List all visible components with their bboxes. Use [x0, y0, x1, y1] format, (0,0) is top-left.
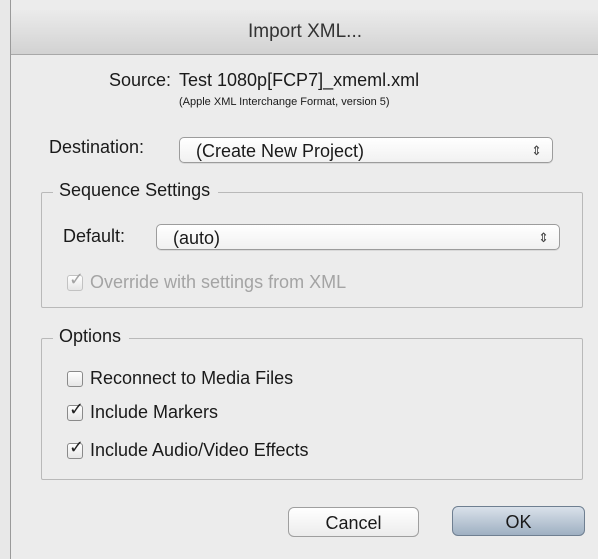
reconnect-checkbox[interactable] — [67, 370, 83, 387]
default-sequence-value: (auto) — [173, 228, 221, 248]
destination-popup[interactable]: (Create New Project) ⇕ — [179, 137, 553, 163]
import-xml-dialog: Import XML... Source: Test 1080p[FCP7]_x… — [10, 0, 598, 559]
dialog-title: Import XML... — [11, 10, 598, 55]
destination-value: (Create New Project) — [196, 141, 365, 161]
checkmark-icon: ✓ — [69, 268, 85, 289]
source-format: (Apple XML Interchange Format, version 5… — [179, 96, 390, 108]
default-sequence-popup[interactable]: (auto) ⇕ — [156, 224, 560, 250]
source-label: Source: — [108, 70, 171, 90]
include-effects-checkbox[interactable]: ✓ — [67, 438, 84, 459]
ok-button[interactable]: OK — [452, 506, 585, 536]
popup-chevron-icon: ⇕ — [538, 230, 549, 245]
include-effects-label: Include Audio/Video Effects — [90, 440, 309, 460]
default-label: Default: — [63, 226, 126, 246]
override-label: Override with settings from XML — [90, 272, 347, 292]
checkmark-icon: ✓ — [69, 398, 85, 419]
include-effects-checkbox-row[interactable]: ✓ Include Audio/Video Effects — [67, 438, 309, 461]
popup-chevron-icon: ⇕ — [531, 143, 542, 158]
reconnect-checkbox-row[interactable]: Reconnect to Media Files — [67, 368, 293, 389]
reconnect-label: Reconnect to Media Files — [90, 368, 294, 388]
include-markers-checkbox[interactable]: ✓ — [67, 400, 84, 421]
destination-label: Destination: — [49, 137, 145, 157]
checkmark-icon: ✓ — [69, 436, 85, 457]
options-title: Options — [53, 326, 130, 347]
cancel-button[interactable]: Cancel — [288, 507, 419, 537]
include-markers-label: Include Markers — [90, 402, 219, 422]
include-markers-checkbox-row[interactable]: ✓ Include Markers — [67, 400, 219, 423]
source-filename: Test 1080p[FCP7]_xmeml.xml — [179, 70, 420, 90]
sequence-settings-title: Sequence Settings — [53, 180, 219, 201]
override-checkbox-row[interactable]: ✓ Override with settings from XML — [67, 270, 347, 293]
override-checkbox[interactable]: ✓ — [67, 270, 84, 291]
